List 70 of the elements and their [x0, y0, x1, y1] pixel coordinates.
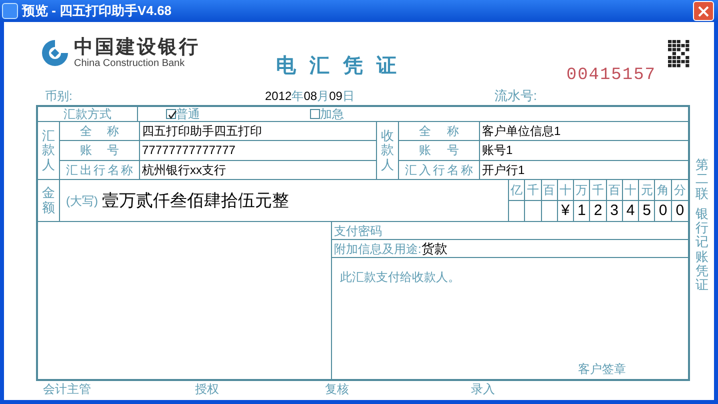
field-value: 账号1	[481, 142, 514, 160]
qr-code-icon	[668, 40, 690, 68]
extra-info-value: 货款	[421, 240, 448, 258]
serial-number: 00415157	[566, 66, 656, 86]
amount-digit: 0	[655, 200, 672, 221]
digit-header: 万	[574, 180, 590, 200]
amount-digit: 4	[622, 200, 640, 221]
side-label: 汇款人	[42, 129, 55, 172]
field-value: 77777777777777	[141, 142, 236, 160]
copy-label: 第二联	[696, 158, 708, 201]
amount-digit: 3	[606, 200, 623, 221]
signature-label: 客户签章	[578, 361, 626, 378]
window-title: 预览 - 四五打印助手V4.68	[22, 2, 173, 20]
field-label: 全称	[79, 123, 120, 140]
checkbox[interactable]	[310, 109, 320, 119]
currency-label: 币别:	[45, 88, 74, 104]
remittance-note: 此汇款支付给收款人。	[340, 269, 460, 286]
field-label: 账号	[418, 142, 460, 160]
close-button[interactable]	[693, 1, 714, 21]
field-label: 账号	[79, 142, 120, 160]
amount-digit: 1	[574, 200, 590, 221]
side-label: 收款人	[381, 129, 394, 172]
field-value: 开户行1	[481, 162, 526, 179]
digit-header: 角	[655, 180, 672, 200]
date-day: 09	[329, 86, 342, 104]
date-unit-label: 日	[342, 88, 354, 104]
signature-field-label: 会计主管	[43, 381, 92, 397]
date-year: 2012	[265, 88, 292, 104]
amount-digit: ¥	[558, 200, 574, 221]
amount-digit: 0	[674, 200, 686, 220]
checkbox-label: 普通	[176, 107, 200, 121]
date-month: 08	[304, 88, 318, 104]
amount-digit: 5	[639, 200, 656, 221]
digit-header: 百	[542, 180, 558, 200]
amount-in-words: 壹万贰仟叁佰肆拾伍元整	[102, 190, 289, 212]
form-title: 电 汇 凭 证	[276, 54, 401, 79]
bank-name-english: China Construction Bank	[74, 58, 186, 69]
side-label: 金额	[42, 186, 55, 215]
digit-header: 分	[672, 180, 688, 200]
remit-method-label: 汇款方式	[38, 107, 138, 121]
date-unit-label: 月	[317, 88, 330, 104]
bank-name: 中国建设银行	[74, 38, 200, 58]
digit-header: 十	[622, 180, 640, 200]
signature-field-label: 复核	[325, 381, 350, 397]
checkbox-label: 加急	[320, 107, 344, 121]
signature-field-label: 授权	[195, 381, 220, 397]
amount-digit: 2	[590, 200, 607, 221]
date-unit-label: 年	[292, 88, 304, 104]
copy-purpose-label: 银行记账凭证	[696, 206, 708, 293]
payment-password-label: 支付密码	[334, 222, 382, 240]
field-label: 全称	[418, 123, 460, 140]
digit-header: 亿	[509, 180, 526, 200]
digit-header: 百	[606, 180, 623, 200]
checkbox[interactable]	[166, 109, 176, 119]
field-label: 汇出行名称	[66, 162, 133, 179]
digit-header: 元	[639, 180, 656, 200]
digit-header: 十	[558, 180, 574, 200]
extra-info-label: 附加信息及用途:	[334, 240, 422, 258]
digit-header: 千	[590, 180, 607, 200]
digit-header: 千	[525, 180, 542, 200]
field-value: 四五打印助手四五打印	[141, 123, 263, 140]
app-icon	[2, 3, 18, 19]
close-icon	[698, 6, 709, 16]
signature-field-label: 录入	[471, 381, 495, 397]
field-value: 客户单位信息1	[481, 123, 562, 140]
bank-logo-icon	[40, 38, 70, 68]
caps-label: (大写)	[66, 192, 98, 210]
field-value: 杭州银行xx支行	[141, 162, 227, 179]
field-label: 汇入行名称	[405, 162, 473, 179]
serial-label: 流水号:	[494, 86, 538, 105]
